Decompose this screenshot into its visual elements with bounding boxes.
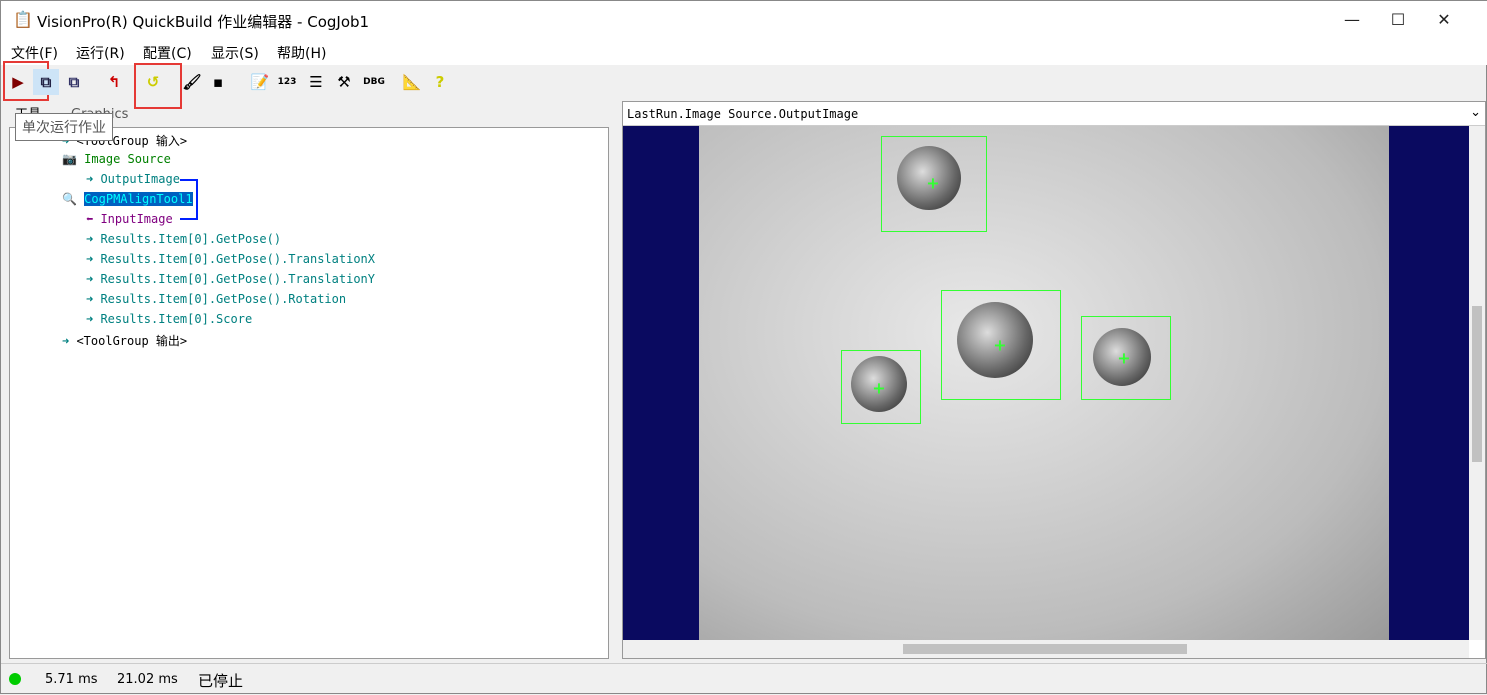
arrow-icon: ⬅ (86, 212, 101, 226)
total-run-time: 21.02 ms (117, 672, 178, 687)
tree-node[interactable]: 🔍 CogPMAlignTool1 (62, 192, 193, 206)
menu-bar: 文件(F) 运行(R) 配置(C) 显示(S) 帮助(H) (1, 39, 1487, 65)
run-continuous-icon[interactable]: ⧉ (33, 69, 59, 95)
text-icon[interactable]: ☰ (303, 69, 329, 95)
tree-node-label: Results.Item[0].GetPose().TranslationX (100, 252, 375, 266)
menu-help[interactable]: 帮助(H) (277, 43, 326, 63)
arrow-icon: ➜ (86, 232, 101, 246)
image-display: LastRun.Image Source.OutputImage ⌄ + + +… (622, 101, 1486, 659)
chevron-down-icon[interactable]: ⌄ (1470, 105, 1481, 120)
pmalign-icon: 🔍 (62, 192, 85, 206)
tree-node[interactable]: ⬅ InputImage (86, 212, 173, 226)
toolbar: ▶ ⧉ ⧉ ↰ ↺ 🖌 ▪ 📝 123 ☰ ⚒ DBG 📐 ? (1, 61, 1487, 109)
tools-icon[interactable]: ⚒ (331, 69, 357, 95)
image-content: + + + + (699, 126, 1389, 640)
arrow-icon: ➜ (86, 272, 101, 286)
tree-node-label: CogPMAlignTool1 (84, 192, 193, 206)
close-button[interactable]: ✕ (1421, 1, 1467, 39)
tree-node[interactable]: ➜ <ToolGroup 输出> (62, 332, 187, 349)
arrow-icon: ➜ (86, 292, 101, 306)
help-icon[interactable]: ? (427, 69, 453, 95)
horizontal-scrollbar[interactable] (623, 640, 1469, 658)
menu-run[interactable]: 运行(R) (76, 43, 125, 63)
maximize-button[interactable]: ☐ (1375, 1, 1421, 39)
run-once-icon[interactable]: ▶ (5, 69, 31, 95)
arrow-icon: ➜ (86, 172, 101, 186)
run-state: 已停止 (198, 672, 244, 690)
image-title[interactable]: LastRun.Image Source.OutputImage (623, 102, 1485, 126)
status-bar: 5.71 ms 21.02 ms 已停止 (1, 663, 1487, 695)
last-run-time: 5.71 ms (45, 672, 98, 687)
tree-node-label: Results.Item[0].GetPose().Rotation (100, 292, 347, 306)
tree-node-label: OutputImage (100, 172, 180, 186)
copy-icon[interactable]: ⧉ (61, 69, 87, 95)
brush-icon[interactable]: 🖌 (179, 69, 205, 95)
tree-node-label: Results.Item[0].GetPose().TranslationY (100, 272, 375, 286)
link-connector (180, 179, 198, 220)
tree-node-label: Image Source (84, 152, 171, 166)
tree-node[interactable]: ➜ Results.Item[0].Score (86, 312, 252, 326)
title-bar: 📋 VisionPro(R) QuickBuild 作业编辑器 - CogJob… (1, 1, 1487, 39)
app-icon: 📋 (13, 10, 33, 29)
tree-node[interactable]: ➜ Results.Item[0].GetPose() (86, 232, 281, 246)
menu-view[interactable]: 显示(S) (211, 43, 259, 63)
tree-node-label: Results.Item[0].Score (100, 312, 253, 326)
vertical-scrollbar[interactable] (1469, 126, 1485, 640)
arrow-icon: ➜ (86, 312, 101, 326)
tree-node-label: Results.Item[0].GetPose() (100, 232, 282, 246)
ruler-icon[interactable]: 📐 (399, 69, 425, 95)
tree-node[interactable]: ➜ Results.Item[0].GetPose().Rotation (86, 292, 346, 306)
tree-node[interactable]: ➜ Results.Item[0].GetPose().TranslationY (86, 272, 375, 286)
camera-icon: 📷 (62, 152, 85, 166)
tool-tree: ➜ <ToolGroup 输入> 📷 Image Source ➜ OutputIm… (9, 127, 609, 659)
numeric-icon[interactable]: 123 (274, 69, 300, 95)
edit-icon[interactable]: 📝 (247, 69, 273, 95)
tree-node[interactable]: ➜ Results.Item[0].GetPose().TranslationX (86, 252, 375, 266)
menu-config[interactable]: 配置(C) (143, 43, 192, 63)
image-canvas[interactable]: + + + + (623, 126, 1469, 640)
menu-file[interactable]: 文件(F) (11, 43, 58, 63)
loop-icon[interactable]: ↺ (140, 69, 166, 95)
tooltip: 单次运行作业 (15, 113, 113, 141)
camera-icon[interactable]: ▪ (205, 69, 231, 95)
window-title: VisionPro(R) QuickBuild 作业编辑器 - CogJob1 (37, 13, 370, 31)
tree-node[interactable]: ➜ OutputImage (86, 172, 180, 186)
tree-node[interactable]: 📷 Image Source (62, 152, 171, 166)
arrow-icon: ➜ (86, 252, 101, 266)
status-indicator-icon (9, 673, 21, 685)
tree-node-label: InputImage (100, 212, 173, 226)
reset-icon[interactable]: ↰ (101, 69, 127, 95)
minimize-button[interactable]: — (1329, 1, 1375, 39)
arrow-icon: ➜ (62, 334, 77, 348)
tree-node-label: <ToolGroup 输出> (76, 334, 188, 348)
debug-icon[interactable]: DBG (361, 69, 387, 95)
